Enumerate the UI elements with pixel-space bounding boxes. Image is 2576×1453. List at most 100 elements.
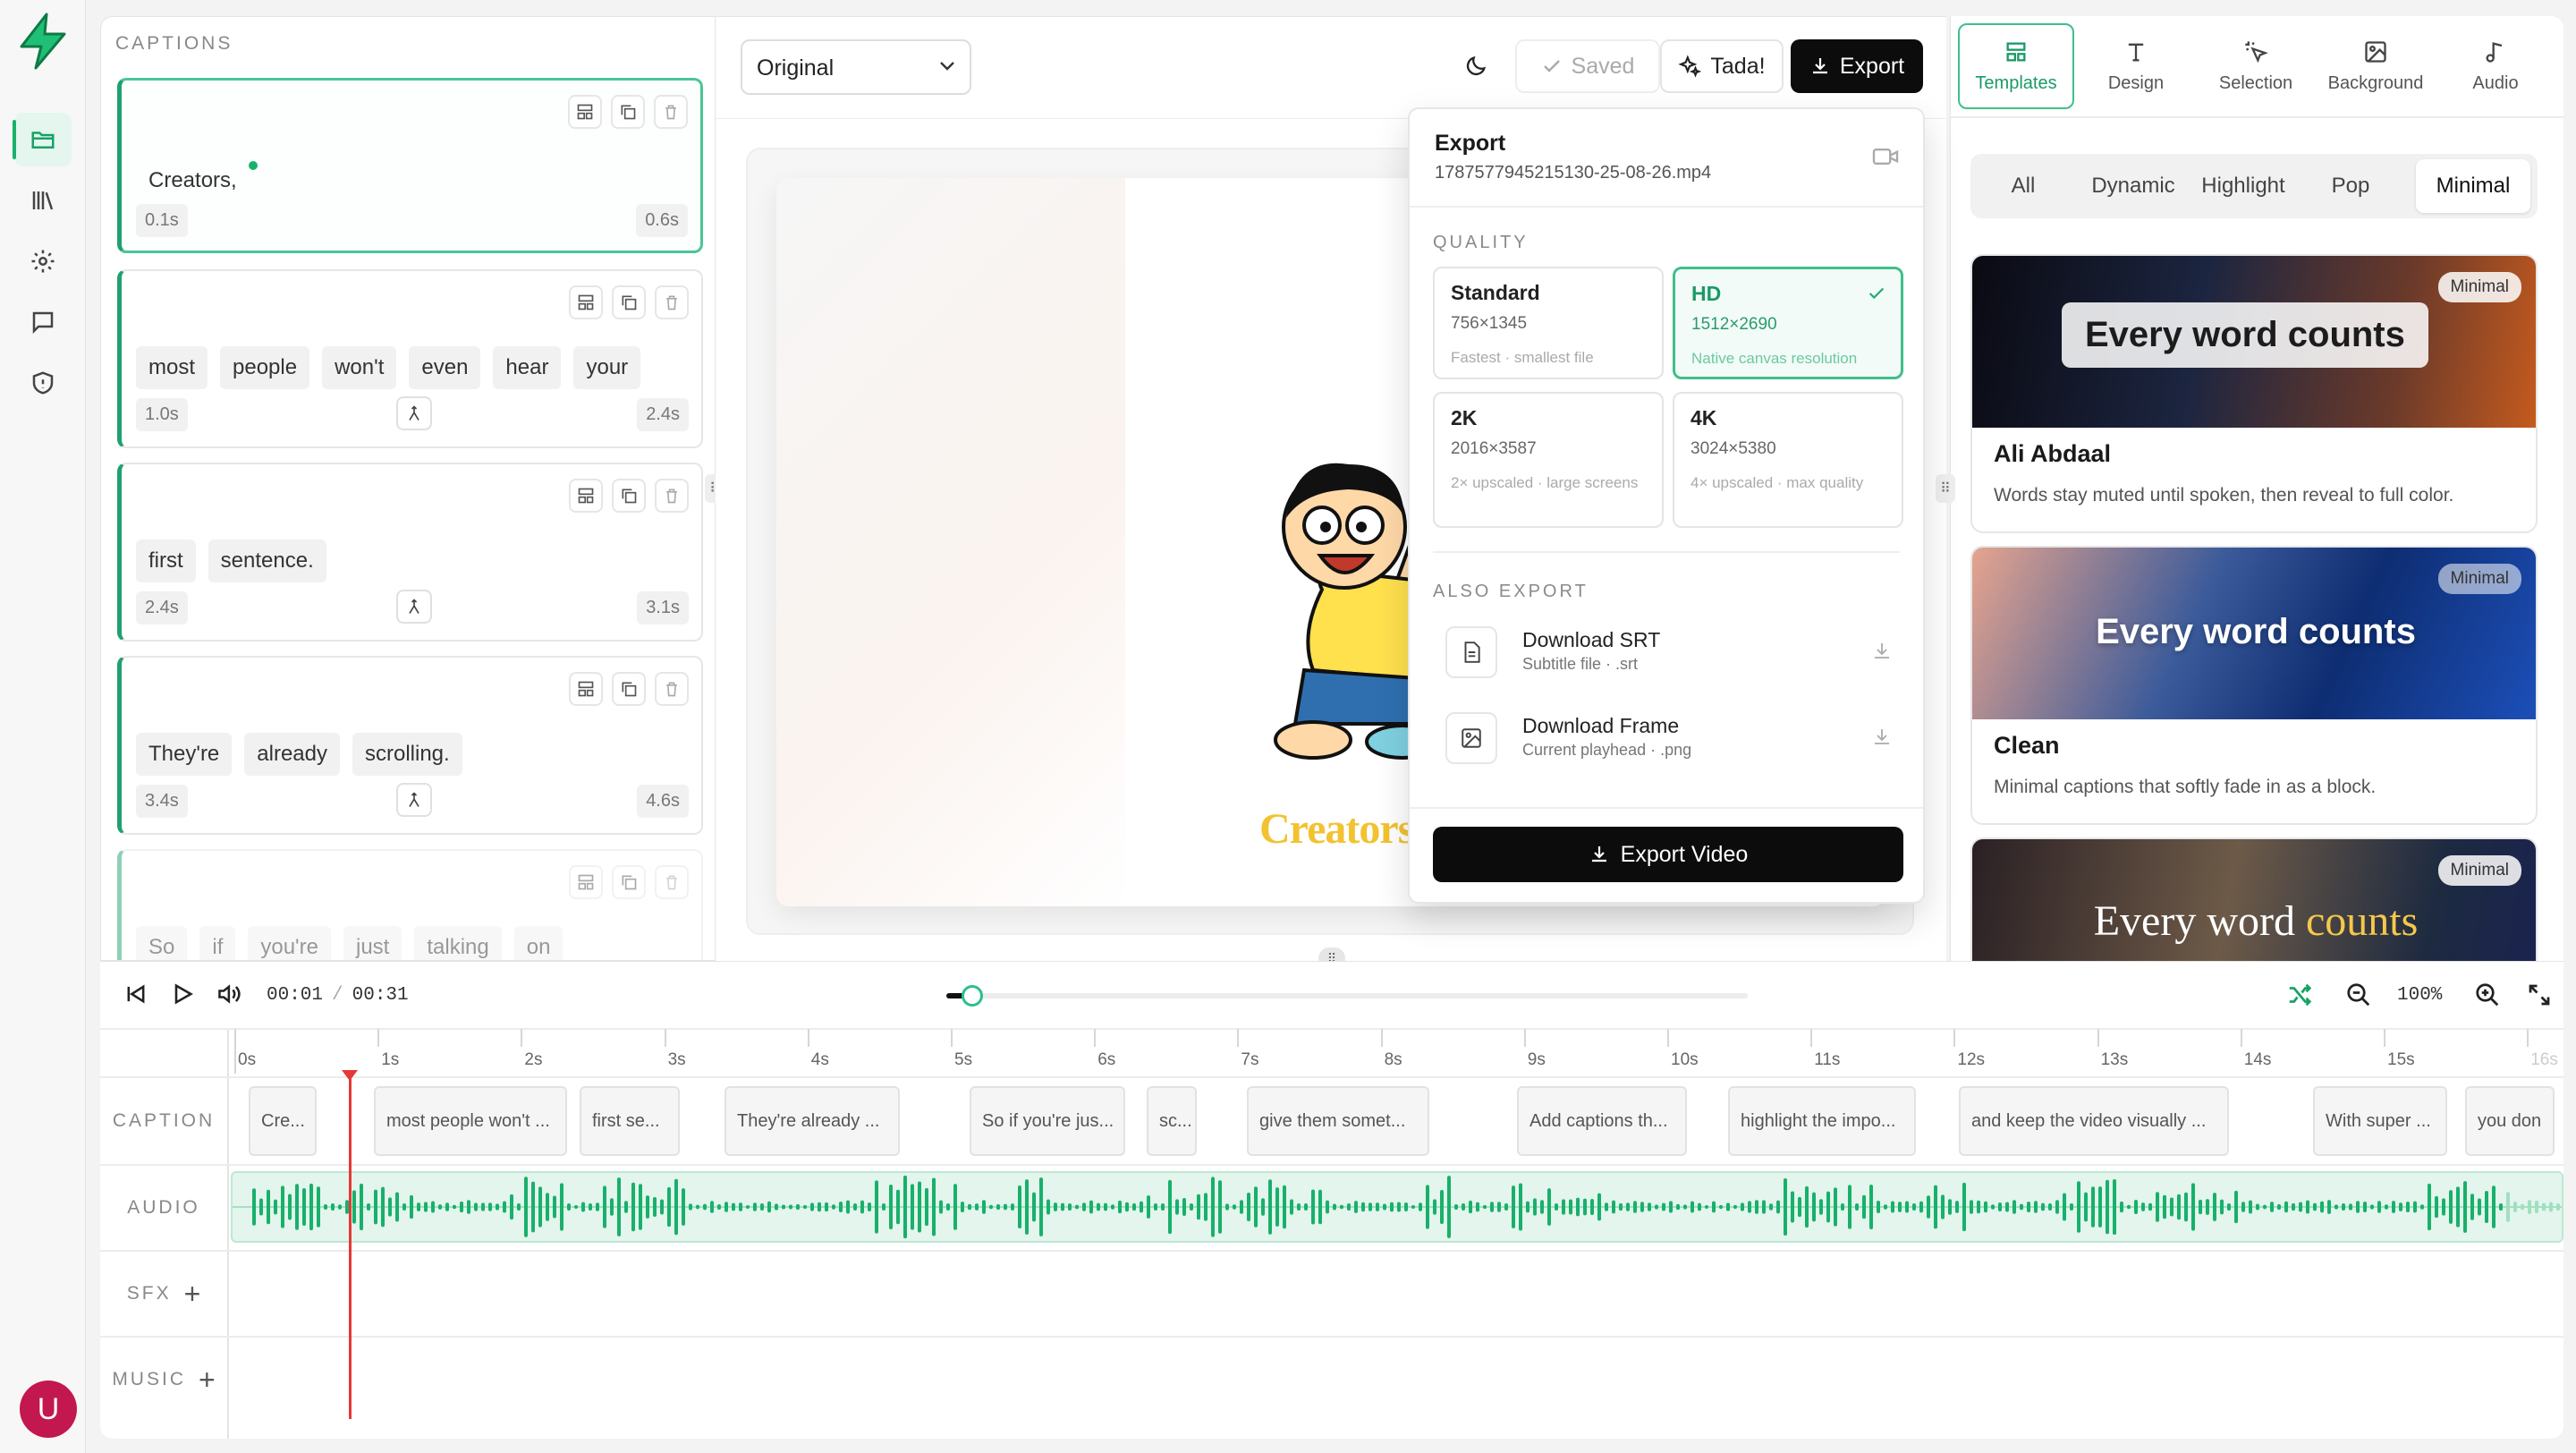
caption-clip[interactable]: most people won't ... [374, 1086, 567, 1156]
filter-highlight[interactable]: Highlight [2190, 159, 2296, 213]
logo-bolt-icon[interactable] [16, 13, 70, 70]
rail-feedback-button[interactable] [14, 295, 72, 349]
layout-icon[interactable] [569, 479, 603, 513]
theme-toggle-button[interactable] [1449, 39, 1503, 93]
delete-icon[interactable] [654, 95, 688, 129]
caption-word[interactable]: if [199, 926, 236, 960]
caption-word[interactable]: people [220, 346, 310, 389]
end-time[interactable]: 2.4s [637, 398, 689, 431]
delete-icon[interactable] [655, 285, 689, 319]
layout-icon[interactable] [569, 285, 603, 319]
caption-clip[interactable]: first se... [580, 1086, 680, 1156]
filter-minimal[interactable]: Minimal [2416, 159, 2530, 213]
duplicate-icon[interactable] [611, 95, 645, 129]
duplicate-icon[interactable] [612, 865, 646, 899]
caption-word[interactable]: They're [136, 733, 233, 776]
caption-clip[interactable]: you don [2465, 1086, 2555, 1156]
quality-option-standard[interactable]: Standard 756×1345 Fastest · smallest fil… [1433, 267, 1664, 379]
tab-design[interactable]: Design [2078, 23, 2194, 109]
caption-clip[interactable]: They're already ... [724, 1086, 900, 1156]
tab-audio[interactable]: Audio [2437, 23, 2554, 109]
caption-card[interactable]: most people won't even hear your 1.0s 2.… [117, 269, 703, 448]
shuffle-icon[interactable] [2286, 981, 2313, 1008]
duplicate-icon[interactable] [612, 479, 646, 513]
audio-clip[interactable] [231, 1171, 2563, 1243]
caption-word[interactable]: So [136, 926, 188, 960]
layout-icon[interactable] [568, 95, 602, 129]
caption-word[interactable]: on [513, 926, 564, 960]
caption-card[interactable]: They're already scrolling. 3.4s 4.6s [117, 656, 703, 835]
delete-icon[interactable] [655, 672, 689, 706]
caption-word[interactable]: first [136, 540, 196, 582]
duplicate-icon[interactable] [612, 285, 646, 319]
download-frame-row[interactable]: Download Frame Current playhead · .png [1445, 707, 1893, 769]
caption-card[interactable]: first sentence. 2.4s 3.1s [117, 463, 703, 642]
export-button[interactable]: Export [1791, 39, 1923, 93]
start-time[interactable]: 1.0s [136, 398, 188, 431]
caption-word[interactable]: you're [248, 926, 331, 960]
caption-word[interactable]: most [136, 346, 208, 389]
preset-select[interactable]: Original [741, 39, 971, 95]
duplicate-icon[interactable] [612, 672, 646, 706]
delete-icon[interactable] [655, 479, 689, 513]
delete-icon[interactable] [655, 865, 689, 899]
caption-word[interactable]: talking [414, 926, 502, 960]
end-time[interactable]: 3.1s [637, 591, 689, 625]
preview-caption[interactable]: Creators, [1259, 804, 1424, 854]
end-time[interactable]: 0.6s [636, 204, 688, 237]
caption-card[interactable]: Creators, 0.1s 0.6s [117, 78, 703, 253]
template-card-ali-abdaal[interactable]: Minimal Every word counts Ali Abdaal Wor… [1970, 254, 2538, 533]
playhead[interactable] [342, 1070, 358, 1419]
caption-clip[interactable]: Cre... [249, 1086, 317, 1156]
start-time[interactable]: 2.4s [136, 591, 188, 625]
add-sfx-button[interactable]: + [184, 1278, 201, 1311]
caption-word[interactable]: Creators, [136, 159, 250, 202]
start-time[interactable]: 3.4s [136, 785, 188, 818]
caption-clip[interactable]: sc... [1147, 1086, 1197, 1156]
filter-all[interactable]: All [1978, 159, 2069, 213]
scrubber-knob[interactable] [962, 985, 984, 1007]
merge-icon[interactable] [396, 783, 432, 817]
rail-settings-button[interactable] [14, 234, 72, 288]
caption-word[interactable]: your [573, 346, 641, 389]
zoom-out-icon[interactable] [2345, 981, 2372, 1008]
download-srt-row[interactable]: Download SRT Subtitle file · .srt [1445, 621, 1893, 684]
caption-word[interactable]: sentence. [208, 540, 326, 582]
caption-card[interactable]: So if you're just talking on [117, 849, 703, 960]
quality-option-4k[interactable]: 4K 3024×5380 4× upscaled · max quality [1673, 392, 1903, 528]
caption-word[interactable]: hear [493, 346, 562, 389]
play-icon[interactable] [170, 981, 195, 1007]
skip-back-icon[interactable] [123, 981, 148, 1007]
layout-icon[interactable] [569, 865, 603, 899]
quality-option-2k[interactable]: 2K 2016×3587 2× upscaled · large screens [1433, 392, 1664, 528]
end-time[interactable]: 4.6s [637, 785, 689, 818]
rail-captions-button[interactable] [13, 113, 72, 166]
fullscreen-icon[interactable] [2526, 981, 2553, 1008]
tab-templates[interactable]: Templates [1958, 23, 2074, 109]
rail-privacy-button[interactable] [14, 356, 72, 410]
caption-word[interactable]: scrolling. [352, 733, 462, 776]
caption-clip[interactable]: With super ... [2313, 1086, 2447, 1156]
tada-button[interactable]: Tada! [1660, 39, 1784, 93]
filter-pop[interactable]: Pop [2303, 159, 2398, 213]
caption-clip[interactable]: So if you're jus... [970, 1086, 1125, 1156]
zoom-in-icon[interactable] [2474, 981, 2501, 1008]
caption-word[interactable]: already [244, 733, 340, 776]
volume-icon[interactable] [216, 981, 243, 1007]
caption-clip[interactable]: and keep the video visually ... [1959, 1086, 2229, 1156]
avatar[interactable]: U [20, 1381, 77, 1438]
saved-button[interactable]: Saved [1515, 39, 1660, 93]
panel-resize-handle[interactable]: ⠿ [1936, 474, 1955, 503]
filter-dynamic[interactable]: Dynamic [2076, 159, 2190, 213]
merge-icon[interactable] [396, 396, 432, 430]
start-time[interactable]: 0.1s [136, 204, 188, 237]
tab-background[interactable]: Background [2318, 23, 2434, 109]
caption-word[interactable]: even [409, 346, 481, 389]
quality-option-hd[interactable]: HD 1512×2690 Native canvas resolution [1673, 267, 1903, 379]
scrubber-track[interactable] [946, 985, 1748, 1007]
export-video-button[interactable]: Export Video [1433, 827, 1903, 882]
rail-library-button[interactable] [14, 174, 72, 227]
template-card-clean[interactable]: Minimal Every word counts Clean Minimal … [1970, 546, 2538, 825]
caption-clip[interactable]: highlight the impo... [1728, 1086, 1916, 1156]
layout-icon[interactable] [569, 672, 603, 706]
